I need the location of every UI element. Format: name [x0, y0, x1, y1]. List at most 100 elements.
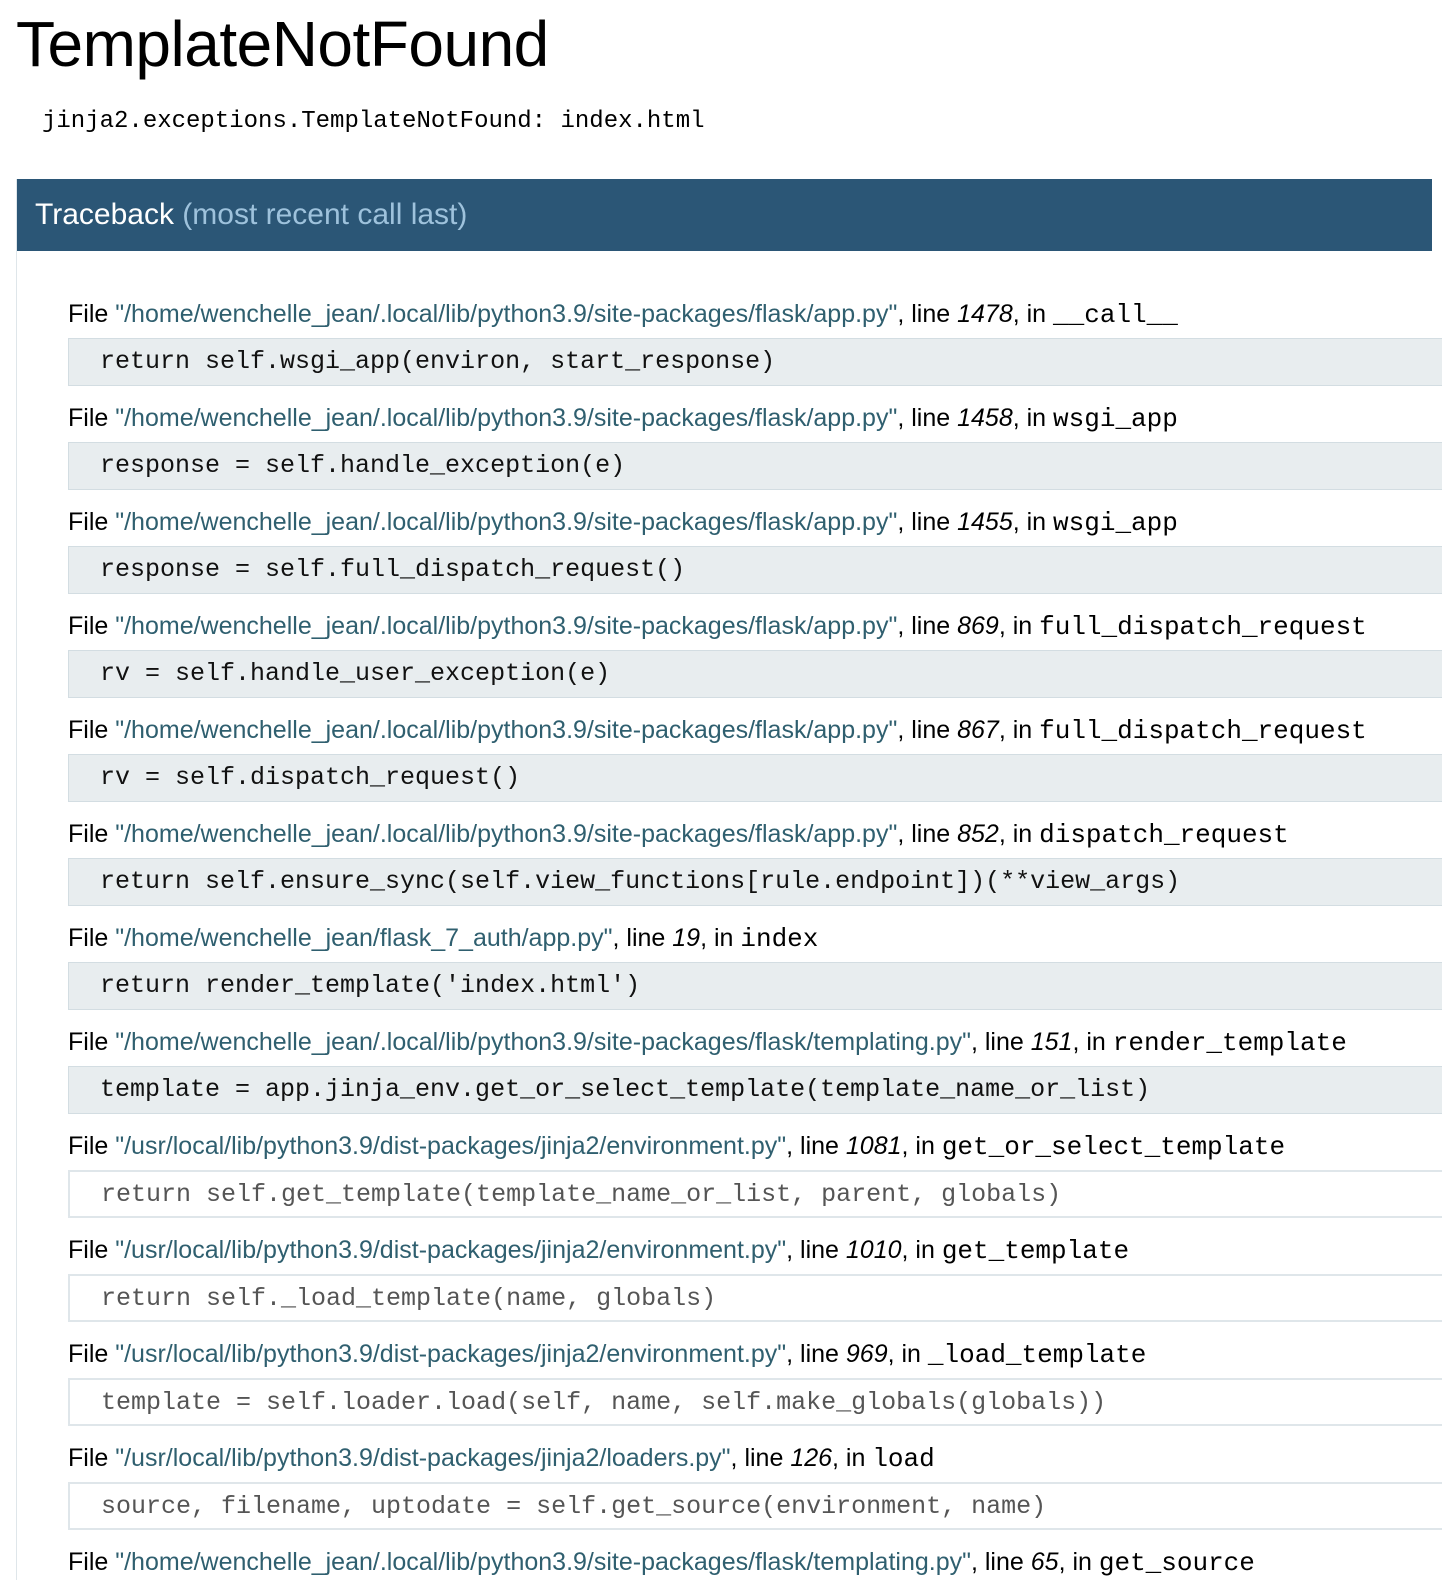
traceback-panel: Traceback (most recent call last) File "… — [16, 179, 1442, 1580]
frame-location: File "/usr/local/lib/python3.9/dist-pack… — [68, 1228, 1129, 1272]
frame-function: _load_template — [927, 1340, 1147, 1370]
frame-location: File "/home/wenchelle_jean/.local/lib/py… — [68, 1020, 1347, 1064]
frame-filename[interactable]: "/usr/local/lib/python3.9/dist-packages/… — [115, 1340, 786, 1368]
frame-lineno: 1455 — [957, 508, 1013, 536]
traceback-frame: File "/usr/local/lib/python3.9/dist-pack… — [68, 1228, 1442, 1332]
frame-function: load — [872, 1444, 935, 1474]
frame-location: File "/home/wenchelle_jean/.local/lib/py… — [68, 812, 1289, 856]
line-label: , line — [970, 1548, 1031, 1576]
frame-location: File "/home/wenchelle_jean/.local/lib/py… — [68, 604, 1367, 648]
frame-source-line[interactable]: return render_template('index.html') — [68, 962, 1442, 1010]
frame-filename[interactable]: "/usr/local/lib/python3.9/dist-packages/… — [115, 1444, 730, 1472]
frame-source-line[interactable]: return self.ensure_sync(self.view_functi… — [68, 858, 1442, 906]
line-label: , line — [730, 1444, 791, 1472]
frame-filename[interactable]: "/home/wenchelle_jean/.local/lib/python3… — [115, 612, 897, 640]
traceback-frame: File "/home/wenchelle_jean/.local/lib/py… — [68, 396, 1442, 500]
frame-location: File "/home/wenchelle_jean/.local/lib/py… — [68, 1540, 1255, 1580]
frame-filename[interactable]: "/home/wenchelle_jean/.local/lib/python3… — [115, 820, 897, 848]
traceback-heading: Traceback — [35, 198, 174, 231]
frame-filename[interactable]: "/home/wenchelle_jean/.local/lib/python3… — [115, 1028, 971, 1056]
traceback-frame: File "/usr/local/lib/python3.9/dist-pack… — [68, 1436, 1442, 1540]
frame-source-line[interactable]: return self._load_template(name, globals… — [68, 1274, 1442, 1322]
line-label: , line — [786, 1236, 846, 1264]
frame-lineno: 1081 — [845, 1132, 902, 1160]
frame-function: full_dispatch_request — [1039, 612, 1367, 642]
frame-lineno: 969 — [845, 1340, 888, 1368]
frame-filename[interactable]: "/usr/local/lib/python3.9/dist-packages/… — [115, 1236, 786, 1264]
frame-location: File "/home/wenchelle_jean/.local/lib/py… — [68, 500, 1178, 544]
in-label: , in — [998, 820, 1040, 848]
frame-lineno: 1010 — [845, 1236, 902, 1264]
file-label: File — [68, 300, 116, 328]
frame-source-line[interactable]: template = self.loader.load(self, name, … — [68, 1378, 1442, 1426]
in-label: , in — [1058, 1548, 1099, 1576]
frame-location: File "/usr/local/lib/python3.9/dist-pack… — [68, 1124, 1285, 1168]
line-label: , line — [897, 716, 958, 744]
frame-source-line[interactable]: response = self.handle_exception(e) — [68, 442, 1442, 490]
frame-location: File "/home/wenchelle_jean/.local/lib/py… — [68, 396, 1178, 440]
frame-filename[interactable]: "/usr/local/lib/python3.9/dist-packages/… — [115, 1132, 786, 1160]
line-label: , line — [897, 300, 958, 328]
line-label: , line — [897, 508, 958, 536]
frame-location: File "/home/wenchelle_jean/.local/lib/py… — [68, 708, 1367, 752]
in-label: , in — [1012, 300, 1054, 328]
in-label: , in — [700, 924, 741, 952]
frame-function: full_dispatch_request — [1039, 716, 1367, 746]
file-label: File — [68, 820, 116, 848]
frame-filename[interactable]: "/home/wenchelle_jean/flask_7_auth/app.p… — [115, 924, 612, 952]
line-label: , line — [970, 1028, 1031, 1056]
traceback-frame: File "/home/wenchelle_jean/.local/lib/py… — [68, 708, 1442, 812]
frame-filename[interactable]: "/home/wenchelle_jean/.local/lib/python3… — [115, 1548, 971, 1576]
traceback-frame: File "/home/wenchelle_jean/.local/lib/py… — [68, 604, 1442, 708]
frame-filename[interactable]: "/home/wenchelle_jean/.local/lib/python3… — [115, 716, 897, 744]
frame-lineno: 852 — [957, 820, 999, 848]
frame-function: dispatch_request — [1039, 820, 1289, 850]
traceback-frame: File "/home/wenchelle_jean/.local/lib/py… — [68, 500, 1442, 604]
file-label: File — [68, 1548, 116, 1576]
frame-filename[interactable]: "/home/wenchelle_jean/.local/lib/python3… — [115, 404, 897, 432]
frame-function: render_template — [1112, 1028, 1347, 1058]
traceback-frame: File "/usr/local/lib/python3.9/dist-pack… — [68, 1124, 1442, 1228]
file-label: File — [68, 716, 116, 744]
frame-lineno: 1458 — [957, 404, 1013, 432]
frame-lineno: 126 — [790, 1444, 833, 1472]
file-label: File — [68, 924, 116, 952]
frame-filename[interactable]: "/home/wenchelle_jean/.local/lib/python3… — [115, 508, 897, 536]
line-label: , line — [897, 404, 958, 432]
frame-function: index — [740, 924, 819, 954]
frame-source-line[interactable]: rv = self.dispatch_request() — [68, 754, 1442, 802]
frame-filename[interactable]: "/home/wenchelle_jean/.local/lib/python3… — [115, 300, 897, 328]
frame-source-line[interactable]: return self.wsgi_app(environ, start_resp… — [68, 338, 1442, 386]
frame-location: File "/home/wenchelle_jean/.local/lib/py… — [68, 292, 1178, 336]
frame-location: File "/home/wenchelle_jean/flask_7_auth/… — [68, 916, 818, 960]
file-label: File — [68, 508, 116, 536]
file-label: File — [68, 1340, 116, 1368]
frame-source-line[interactable]: template = app.jinja_env.get_or_select_t… — [68, 1066, 1442, 1114]
frame-source-line[interactable]: source, filename, uptodate = self.get_so… — [68, 1482, 1442, 1530]
frame-source-line[interactable]: rv = self.handle_user_exception(e) — [68, 650, 1442, 698]
file-label: File — [68, 612, 116, 640]
frame-function: wsgi_app — [1053, 508, 1178, 538]
traceback-frame: File "/home/wenchelle_jean/.local/lib/py… — [68, 1540, 1442, 1580]
frame-function: __call__ — [1053, 300, 1178, 330]
in-label: , in — [1012, 404, 1054, 432]
traceback-frames: File "/home/wenchelle_jean/.local/lib/py… — [68, 292, 1442, 1580]
frame-function: get_template — [941, 1236, 1130, 1266]
frame-source-line[interactable]: return self.get_template(template_name_o… — [68, 1170, 1442, 1218]
frame-function: get_or_select_template — [941, 1132, 1286, 1162]
page-title: TemplateNotFound — [16, 8, 549, 80]
in-label: , in — [901, 1236, 942, 1264]
traceback-header: Traceback (most recent call last) — [17, 179, 1432, 251]
frame-location: File "/usr/local/lib/python3.9/dist-pack… — [68, 1332, 1146, 1376]
line-label: , line — [612, 924, 673, 952]
in-label: , in — [1012, 508, 1054, 536]
traceback-subheading: (most recent call last) — [182, 198, 468, 231]
file-label: File — [68, 1236, 116, 1264]
in-label: , in — [832, 1444, 873, 1472]
frame-lineno: 1478 — [957, 300, 1013, 328]
line-label: , line — [786, 1132, 846, 1160]
frame-lineno: 151 — [1030, 1028, 1073, 1056]
frame-lineno: 867 — [957, 716, 999, 744]
frame-source-line[interactable]: response = self.full_dispatch_request() — [68, 546, 1442, 594]
traceback-frame: File "/home/wenchelle_jean/.local/lib/py… — [68, 292, 1442, 396]
